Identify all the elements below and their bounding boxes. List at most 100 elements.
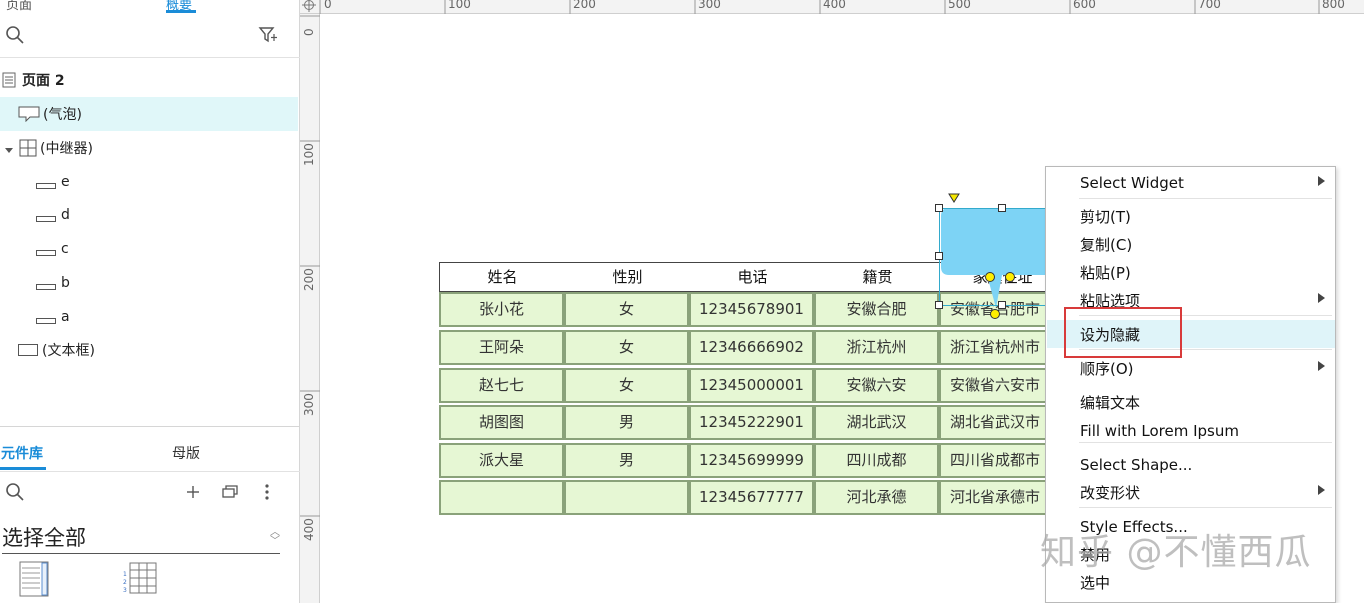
menu-item[interactable]: Select Shape...	[1047, 451, 1335, 479]
tree-page-row[interactable]: 页面 2	[0, 63, 298, 97]
tree-item-label: c	[61, 241, 69, 257]
list-widget-icon[interactable]	[18, 560, 54, 598]
cell-gender[interactable]: 女	[564, 368, 689, 403]
filter-icon[interactable]	[258, 25, 278, 45]
tree-item-a[interactable]: a	[0, 300, 298, 334]
repeater-grid-icon	[19, 139, 37, 157]
tree-item-label: d	[61, 207, 70, 223]
submenu-arrow-icon	[1318, 176, 1325, 186]
cell-origin[interactable]: 安徽合肥	[814, 292, 939, 327]
cell-phone[interactable]: 12345699999	[689, 443, 814, 478]
submenu-arrow-icon	[1318, 361, 1325, 371]
cell-phone[interactable]: 12345000001	[689, 368, 814, 403]
cell-name[interactable]: 胡图图	[439, 405, 564, 440]
more-vertical-icon[interactable]	[257, 482, 277, 502]
cell-phone[interactable]: 12345677777	[689, 480, 814, 515]
caret-down-icon[interactable]	[4, 143, 14, 153]
tree-item-repeater[interactable]: (中继器)	[0, 131, 298, 165]
text-field-icon	[36, 245, 56, 256]
search-icon[interactable]	[5, 25, 25, 45]
tab-widgets[interactable]: 元件库	[1, 443, 43, 463]
search-icon[interactable]	[5, 482, 25, 502]
cell-name[interactable]: 张小花	[439, 292, 564, 327]
menu-item-label: 改变形状	[1080, 483, 1141, 502]
tree-item-c[interactable]: c	[0, 232, 298, 266]
header-gender: 性别	[612, 268, 643, 286]
menu-item-label: 剪切(T)	[1080, 207, 1131, 226]
menu-item[interactable]: 复制(C)	[1047, 230, 1335, 258]
cell-gender[interactable]: 男	[564, 405, 689, 440]
cell-origin[interactable]: 四川成都	[814, 443, 939, 478]
cell-origin[interactable]: 河北承德	[814, 480, 939, 515]
tree-item-label: b	[61, 275, 70, 291]
tree-page-label: 页面 2	[22, 73, 65, 89]
resize-handle[interactable]	[998, 301, 1006, 309]
ruler-top: 0 100 200 300 400 500 600 700 800	[300, 0, 1364, 14]
library-select[interactable]: 选择全部 ︿ ﹀	[2, 520, 280, 554]
tab-masters[interactable]: 母版	[172, 443, 200, 463]
menu-item-label: 粘贴(P)	[1080, 263, 1131, 282]
resize-handle[interactable]	[935, 301, 943, 309]
cell-origin[interactable]: 浙江杭州	[814, 330, 939, 365]
cell-address[interactable]: 湖北省武汉市	[939, 405, 1051, 440]
cell-phone[interactable]: 12345222901	[689, 405, 814, 440]
menu-item[interactable]: 剪切(T)	[1047, 202, 1335, 230]
cell-name[interactable]: 王阿朵	[439, 330, 564, 365]
cell-gender[interactable]: 女	[564, 330, 689, 365]
cell-gender[interactable]: 女	[564, 292, 689, 327]
submenu-arrow-icon	[1318, 485, 1325, 495]
control-point[interactable]	[1005, 272, 1015, 282]
menu-item[interactable]: Fill with Lorem Ipsum	[1047, 417, 1335, 445]
cell-phone[interactable]: 12345678901	[689, 292, 814, 327]
bubble-shape-icon	[18, 106, 40, 123]
text-field-icon	[36, 211, 56, 222]
tab-pages[interactable]: 页面	[6, 0, 32, 13]
tree-item-d[interactable]: d	[0, 198, 298, 232]
menu-item[interactable]: 粘贴(P)	[1047, 258, 1335, 286]
text-box-icon	[18, 343, 38, 357]
cell-address[interactable]: 安徽省六安市	[939, 368, 1051, 403]
ruler-left: 0 100 200 300 400	[300, 14, 320, 603]
resize-handle[interactable]	[935, 252, 943, 260]
text-field-icon	[36, 279, 56, 290]
add-icon[interactable]	[183, 482, 203, 502]
cell-gender[interactable]	[564, 480, 689, 515]
tree-item-e[interactable]: e	[0, 165, 298, 199]
resize-handle[interactable]	[998, 204, 1006, 212]
library-tabs: 元件库 母版	[0, 426, 300, 472]
menu-item[interactable]: 改变形状	[1047, 478, 1335, 506]
menu-item[interactable]: Select Widget	[1047, 169, 1335, 197]
cell-name[interactable]: 赵七七	[439, 368, 564, 403]
svg-text:1: 1	[123, 571, 127, 578]
annotation-red-box	[1064, 307, 1182, 358]
tree-item-textbox[interactable]: (文本框)	[0, 333, 298, 367]
cell-address[interactable]: 四川省成都市	[939, 443, 1051, 478]
cell-origin[interactable]: 安徽六安	[814, 368, 939, 403]
cell-phone[interactable]: 12346666902	[689, 330, 814, 365]
menu-item-label: 编辑文本	[1080, 393, 1141, 412]
tree-item-b[interactable]: b	[0, 266, 298, 300]
control-point[interactable]	[985, 272, 995, 282]
cell-name[interactable]	[439, 480, 564, 515]
svg-text:2: 2	[123, 579, 127, 586]
menu-item[interactable]: 顺序(O)	[1047, 354, 1335, 382]
tree-item-label: e	[61, 174, 70, 190]
menu-item-label: Select Widget	[1080, 174, 1184, 192]
resize-handle[interactable]	[935, 204, 943, 212]
menu-item[interactable]: 编辑文本	[1047, 388, 1335, 416]
header-name: 姓名	[487, 268, 518, 286]
menu-item-label: Select Shape...	[1080, 456, 1193, 474]
submenu-arrow-icon	[1318, 293, 1325, 303]
library-tab-underline	[0, 467, 46, 470]
cell-address[interactable]: 浙江省杭州市	[939, 330, 1051, 365]
cell-origin[interactable]: 湖北武汉	[814, 405, 939, 440]
cell-address[interactable]: 河北省承德市	[939, 480, 1051, 515]
cell-gender[interactable]: 男	[564, 443, 689, 478]
control-point[interactable]	[990, 309, 1000, 319]
svg-text:3: 3	[123, 587, 127, 594]
library-stack-icon[interactable]	[220, 482, 240, 502]
cell-name[interactable]: 派大星	[439, 443, 564, 478]
up-down-arrows-icon: ︿ ﹀	[270, 527, 280, 547]
table-widget-icon[interactable]: 1 2 3	[122, 560, 160, 598]
tree-item-bubble[interactable]: (气泡)	[0, 97, 298, 131]
